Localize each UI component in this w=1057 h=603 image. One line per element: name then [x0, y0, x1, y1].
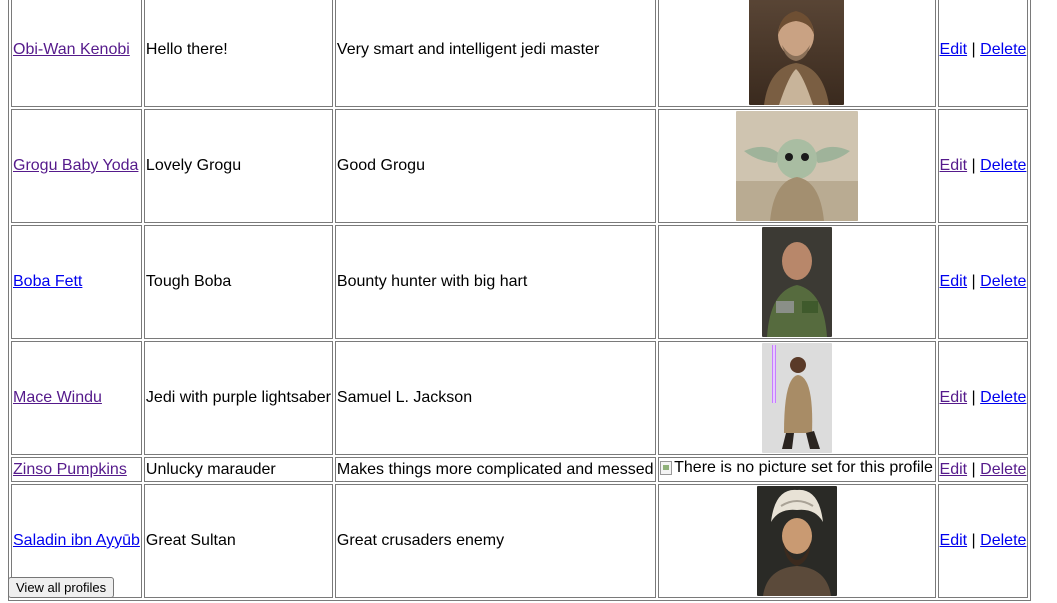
edit-link[interactable]: Edit	[940, 532, 968, 549]
action-separator: |	[971, 273, 976, 290]
profile-name-link[interactable]: Obi-Wan Kenobi	[13, 41, 130, 58]
profile-name-link[interactable]: Zinso Pumpkins	[13, 461, 127, 478]
profile-name-link[interactable]: Mace Windu	[13, 389, 102, 406]
profile-title-cell: Jedi with purple lightsaber	[143, 341, 333, 455]
profile-picture-cell	[657, 109, 936, 223]
profile-actions-cell: Edit | Delete	[937, 225, 1029, 339]
profile-actions-cell: Edit | Delete	[937, 341, 1029, 455]
broken-image-icon	[660, 461, 673, 475]
action-separator: |	[971, 41, 976, 58]
profile-name-cell: Boba Fett	[11, 225, 142, 339]
profile-description-cell: Makes things more complicated and messed	[334, 457, 656, 482]
profile-picture-cell	[657, 484, 936, 598]
table-row: Mace Windu Jedi with purple lightsaber S…	[11, 341, 1029, 455]
table-row: Zinso Pumpkins Unlucky marauder Makes th…	[11, 457, 1029, 482]
profile-actions-cell: Edit | Delete	[937, 0, 1029, 107]
profile-description-cell: Good Grogu	[334, 109, 656, 223]
table-row: Boba Fett Tough Boba Bounty hunter with …	[11, 225, 1029, 339]
profile-description-cell: Bounty hunter with big hart	[334, 225, 656, 339]
profile-title-cell: Unlucky marauder	[143, 457, 333, 482]
broken-image: There is no picture set for this profile	[660, 459, 933, 477]
delete-link[interactable]: Delete	[980, 389, 1026, 406]
profile-title-cell: Lovely Grogu	[143, 109, 333, 223]
profile-picture-cell	[657, 341, 936, 455]
profiles-table-wrapper: Obi-Wan Kenobi Hello there! Very smart a…	[8, 0, 1032, 601]
action-separator: |	[971, 157, 976, 174]
profile-picture-boba	[761, 227, 832, 337]
profile-name-link[interactable]: Boba Fett	[13, 273, 82, 290]
profile-picture-cell	[657, 0, 936, 107]
profiles-table: Obi-Wan Kenobi Hello there! Very smart a…	[8, 0, 1032, 601]
profile-description-cell: Samuel L. Jackson	[334, 341, 656, 455]
profile-picture-cell	[657, 225, 936, 339]
broken-image-alt-text: There is no picture set for this profile	[674, 459, 933, 476]
profile-title-cell: Tough Boba	[143, 225, 333, 339]
edit-link[interactable]: Edit	[940, 157, 968, 174]
table-row: Saladin ibn Ayyūb Great Sultan Great cru…	[11, 484, 1029, 598]
profile-name-cell: Obi-Wan Kenobi	[11, 0, 142, 107]
edit-link[interactable]: Edit	[940, 41, 968, 58]
delete-link[interactable]: Delete	[980, 41, 1026, 58]
edit-link[interactable]: Edit	[940, 461, 968, 478]
profile-actions-cell: Edit | Delete	[937, 457, 1029, 482]
delete-link[interactable]: Delete	[980, 532, 1026, 549]
profile-name-link[interactable]: Grogu Baby Yoda	[13, 157, 138, 174]
table-row: Grogu Baby Yoda Lovely Grogu Good Grogu	[11, 109, 1029, 223]
delete-link[interactable]: Delete	[980, 157, 1026, 174]
profile-title-cell: Hello there!	[143, 0, 333, 107]
profile-picture-saladin	[756, 486, 837, 596]
edit-link[interactable]: Edit	[940, 389, 968, 406]
action-separator: |	[971, 460, 976, 478]
delete-link[interactable]: Delete	[980, 461, 1026, 478]
action-separator: |	[971, 389, 976, 406]
profile-title-cell: Great Sultan	[143, 484, 333, 598]
action-separator: |	[971, 532, 976, 549]
profile-picture-mace	[761, 343, 832, 453]
profile-name-cell: Mace Windu	[11, 341, 142, 455]
delete-link[interactable]: Delete	[980, 273, 1026, 290]
profile-actions-cell: Edit | Delete	[937, 109, 1029, 223]
profile-name-cell: Zinso Pumpkins	[11, 457, 142, 482]
profile-description-cell: Very smart and intelligent jedi master	[334, 0, 656, 107]
profile-picture-cell: There is no picture set for this profile	[657, 457, 936, 482]
profile-picture-grogu	[735, 111, 858, 221]
profile-actions-cell: Edit | Delete	[937, 484, 1029, 598]
profile-name-cell: Grogu Baby Yoda	[11, 109, 142, 223]
profile-description-cell: Great crusaders enemy	[334, 484, 656, 598]
view-all-profiles-button[interactable]: View all profiles	[8, 577, 115, 598]
table-row: Obi-Wan Kenobi Hello there! Very smart a…	[11, 0, 1029, 107]
profile-name-link[interactable]: Saladin ibn Ayyūb	[13, 532, 140, 549]
profile-picture-obi-wan	[749, 0, 845, 105]
edit-link[interactable]: Edit	[940, 273, 968, 290]
